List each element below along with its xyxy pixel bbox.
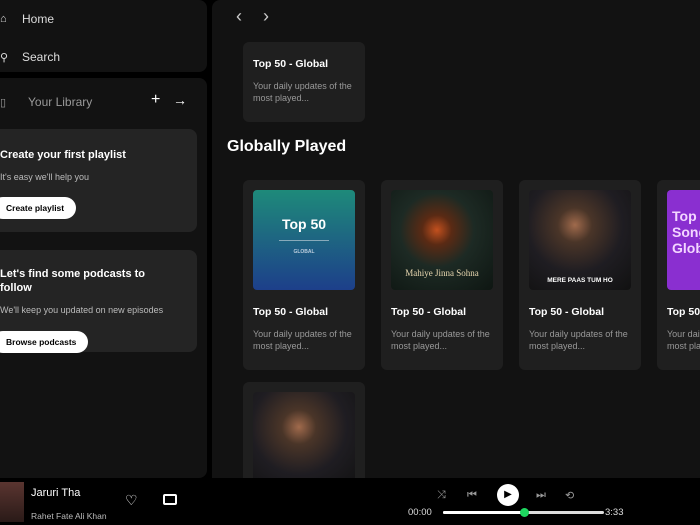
card-desc: Your daily updates of the most played... [253,81,352,103]
art-text: MERE PAAS TUM HO [547,277,613,284]
back-icon[interactable]: ‹ [236,6,242,27]
card-desc: Your daily updates of the most played... [391,329,490,351]
cover-art: Mahiye Jinna Sohna [391,190,493,290]
track-artist[interactable]: Rahet Fate Ali Khan [31,511,107,521]
play-button[interactable]: ▶ [497,484,519,506]
track-title[interactable]: Jaruri Tha [31,487,80,499]
card-desc: Your daily updates of the most played... [253,329,352,351]
top-card[interactable]: Top 50 - Global Your daily updates of th… [243,42,365,122]
shuffle-icon[interactable]: ⤨ [437,489,446,502]
cover-art: Top 50 GLOBAL [253,190,355,290]
track-thumbnail[interactable] [0,482,24,522]
next-icon[interactable]: ⏭ [536,489,546,502]
progress-bar[interactable] [443,508,604,517]
art-text: Mahiye Jinna Sohna [405,268,479,278]
repeat-icon[interactable]: ⟲ [565,489,574,502]
art-subtext: GLOBAL [293,249,315,255]
library-icon: ▯ [0,96,7,109]
nav-search[interactable]: ⚲ Search [0,50,60,64]
nav-home[interactable]: ⌂ Home [0,12,54,26]
podcast-card-subtitle: We'll keep you updated on new episodes [0,305,164,315]
playlist-card[interactable]: Top 50 GLOBAL Top 50 - Global Your daily… [243,180,365,370]
playlist-card[interactable]: Mahiye Jinna Sohna Top 50 - Global Your … [381,180,503,370]
create-playlist-button[interactable]: Create playlist [0,197,77,219]
browse-podcasts-button[interactable]: Browse podcasts [0,331,89,353]
progress-knob[interactable] [519,508,529,517]
search-icon: ⚲ [0,51,9,64]
art-text: Top 50 [281,216,327,232]
cover-art: Top Songs Global [667,190,700,290]
library-label: Your Library [28,95,93,109]
card-desc: Your daily updates of the most played... [529,329,628,351]
cover-art: MERE PAAS TUM HO [529,190,631,290]
heart-icon[interactable]: ♡ [125,492,138,509]
device-icon[interactable] [163,494,177,505]
previous-icon[interactable]: ⏮ [467,489,477,502]
card-desc: Your daily updates of the most played... [667,329,700,351]
home-label: Home [22,12,55,26]
card-title: Top 50 - Global [391,306,467,318]
cover-art [253,392,355,478]
card-title: Top 50 - Global [253,306,329,318]
playlist-card-title: Create your first playlist [0,149,126,161]
section-title: Globally Played [227,138,347,155]
duration-time: 3:33 [605,507,624,518]
search-label: Search [22,50,61,64]
arrow-right-icon[interactable]: → [173,92,187,108]
plus-icon[interactable]: + [151,91,160,109]
playlist-card-subtitle: It's easy we'll help you [0,172,89,182]
card-title: Top 50 - Global [253,58,329,70]
card-title: Top 50 - Global [529,306,605,318]
podcast-card-title: Let's find some podcasts to follow [0,268,146,294]
forward-icon[interactable]: › [263,6,269,27]
playlist-card[interactable]: Top Songs Global Top 50 - Global Your da… [657,180,700,370]
card-title: Top 50 - Global [667,306,700,318]
progress-fill [443,511,524,514]
library-header[interactable]: ▯ Your Library [0,95,92,109]
home-icon: ⌂ [0,13,7,25]
playlist-card[interactable]: MERE PAAS TUM HO Top 50 - Global Your da… [519,180,641,370]
playlist-card[interactable] [243,382,365,478]
elapsed-time: 00:00 [408,507,432,518]
main-content: ‹ › Top 50 - Global Your daily updates o… [212,0,700,478]
art-text: Top Songs Global [672,208,700,256]
